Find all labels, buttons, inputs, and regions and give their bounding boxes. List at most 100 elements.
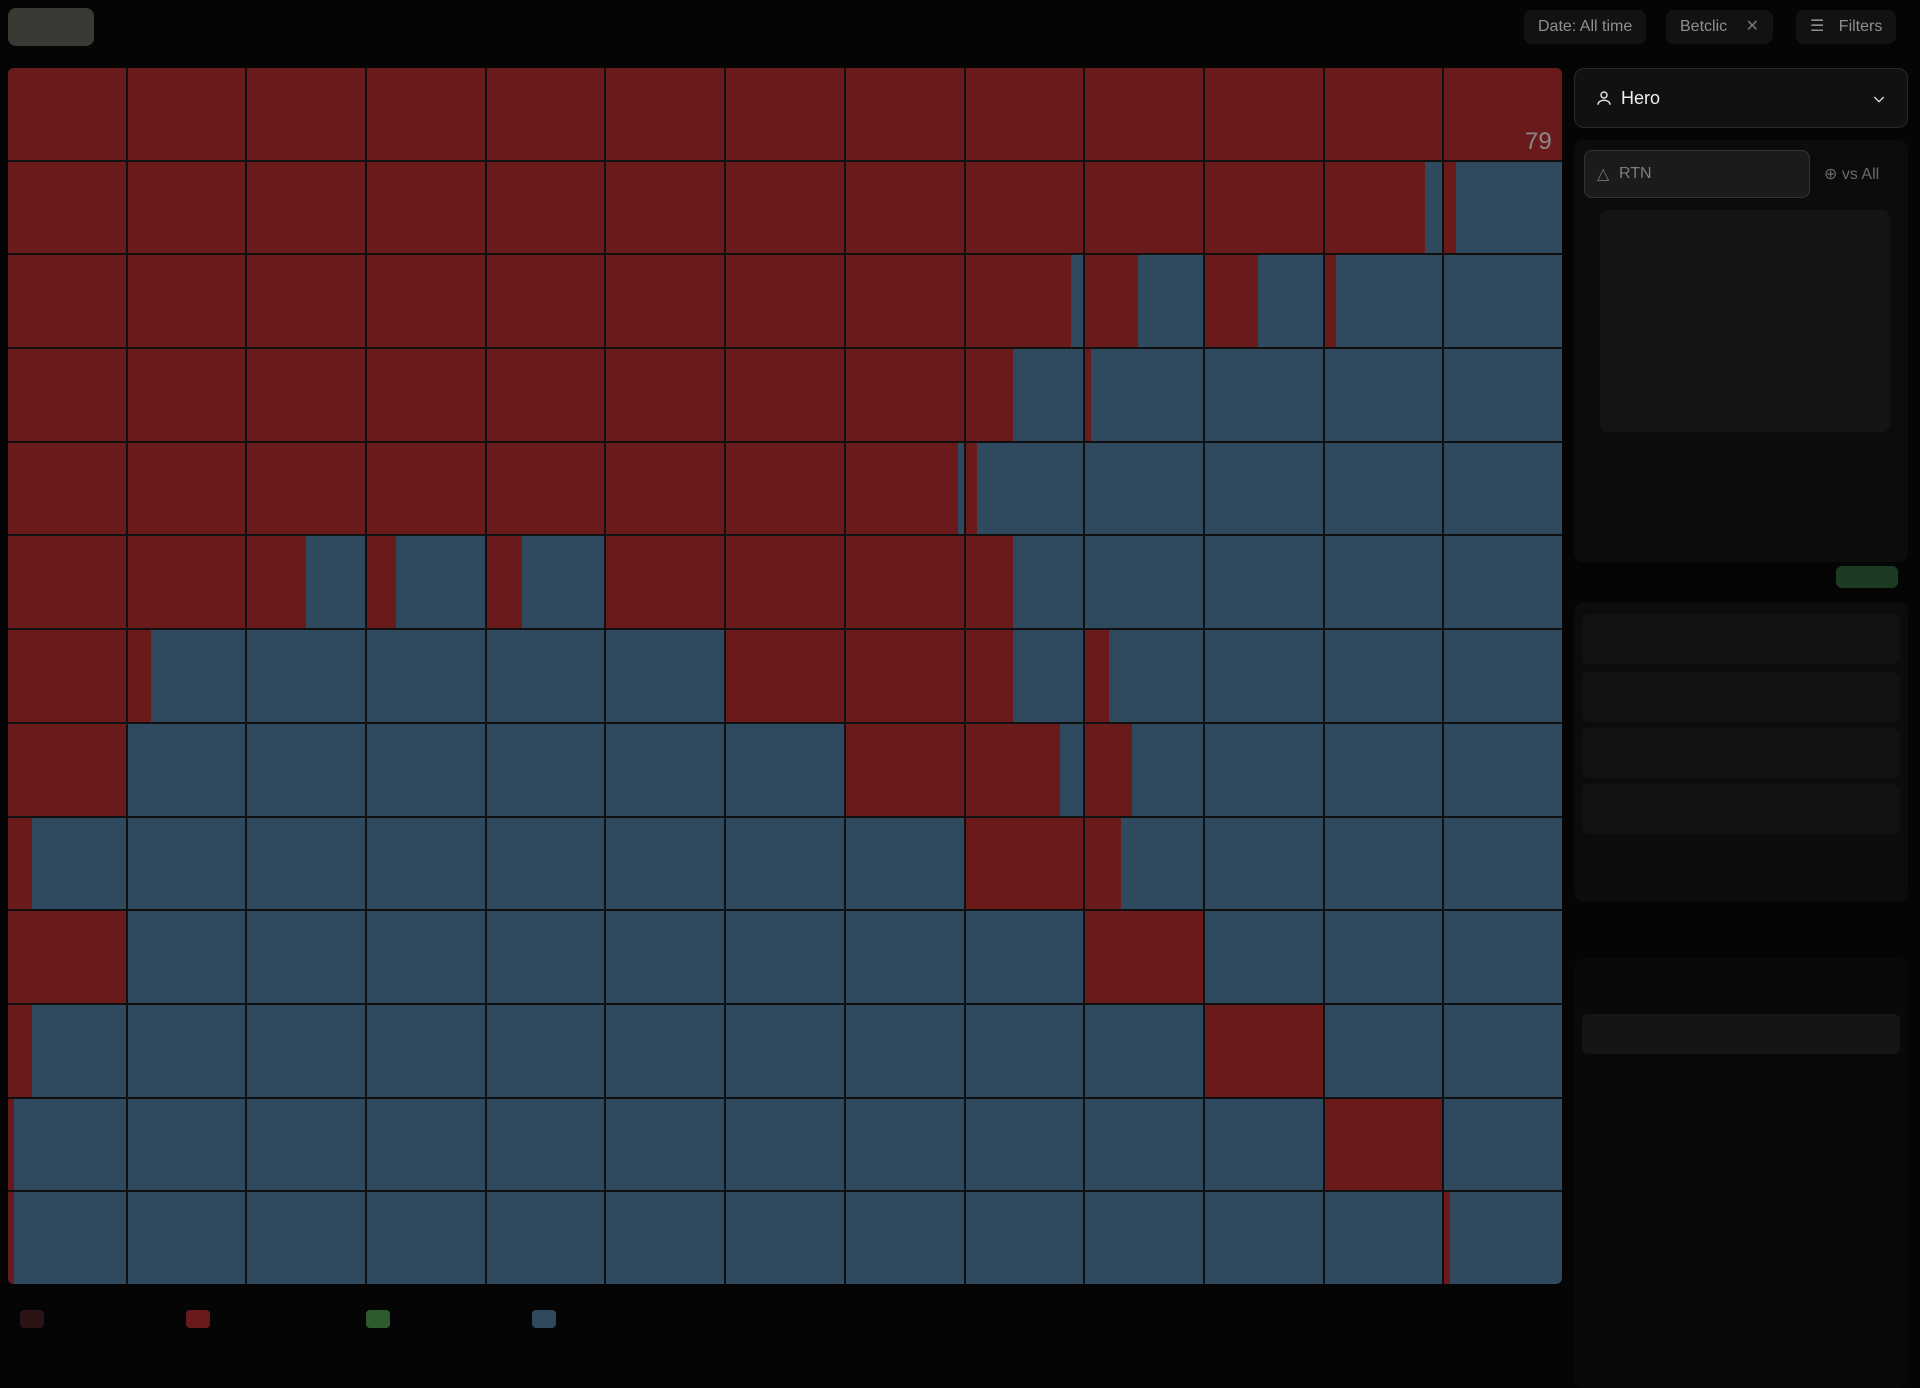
hand-cell-8-1[interactable] (127, 817, 246, 910)
hand-cell-8-9[interactable] (1085, 817, 1203, 910)
hand-cell-6-4[interactable] (486, 630, 605, 722)
hand-cell-1-6[interactable] (726, 161, 844, 254)
hand-cell-8-0[interactable] (8, 817, 126, 910)
hand-cell-5-1[interactable] (127, 536, 246, 629)
hand-cell-12-12[interactable] (1444, 1192, 1562, 1284)
option-row[interactable] (1582, 614, 1900, 664)
hand-cell-7-6[interactable] (726, 723, 844, 816)
hand-cell-6-7[interactable] (845, 630, 964, 722)
hand-cell-5-3[interactable] (367, 536, 485, 629)
player-selector[interactable]: Hero (1574, 68, 1908, 128)
hand-cell-4-8[interactable] (965, 442, 1084, 535)
hand-cell-2-4[interactable] (486, 255, 605, 348)
hand-cell-8-12[interactable] (1444, 817, 1562, 910)
hand-cell-8-2[interactable] (247, 817, 366, 910)
hand-cell-8-10[interactable] (1204, 817, 1323, 910)
hand-cell-7-5[interactable] (606, 723, 725, 816)
hand-cell-2-12[interactable] (1444, 255, 1562, 348)
hand-cell-7-4[interactable] (486, 723, 605, 816)
hand-cell-2-8[interactable] (965, 255, 1084, 348)
hand-cell-9-12[interactable] (1444, 911, 1562, 1003)
hand-cell-10-12[interactable] (1444, 1004, 1562, 1097)
hand-cell-5-2[interactable] (247, 536, 366, 629)
hand-cell-4-6[interactable] (726, 442, 844, 535)
hand-cell-9-7[interactable] (845, 911, 964, 1003)
hand-cell-7-8[interactable] (965, 723, 1084, 816)
hand-cell-12-7[interactable] (845, 1192, 964, 1284)
hand-cell-6-6[interactable] (726, 630, 844, 722)
hand-cell-6-11[interactable] (1324, 630, 1443, 722)
hand-cell-8-6[interactable] (726, 817, 844, 910)
hand-cell-0-10[interactable] (1204, 68, 1323, 160)
room-filter-chip[interactable]: Betclic ✕ (1666, 10, 1773, 44)
hand-cell-6-1[interactable] (127, 630, 246, 722)
hand-cell-7-3[interactable] (367, 723, 485, 816)
hand-cell-3-2[interactable] (247, 349, 366, 441)
hand-cell-1-12[interactable] (1444, 161, 1562, 254)
hand-cell-0-7[interactable] (845, 68, 964, 160)
hand-cell-5-9[interactable] (1085, 536, 1203, 629)
hand-cell-12-9[interactable] (1085, 1192, 1203, 1284)
hand-cell-10-3[interactable] (367, 1004, 485, 1097)
position-dropdown[interactable]: △ RTN (1584, 150, 1810, 198)
hand-cell-9-11[interactable] (1324, 911, 1443, 1003)
hand-cell-2-0[interactable] (8, 255, 126, 348)
hand-cell-5-0[interactable] (8, 536, 126, 629)
hand-cell-6-12[interactable] (1444, 630, 1562, 722)
option-row[interactable] (1582, 784, 1900, 834)
hand-cell-4-9[interactable] (1085, 442, 1203, 535)
hand-cell-10-0[interactable] (8, 1004, 126, 1097)
hand-cell-1-3[interactable] (367, 161, 485, 254)
hand-cell-5-5[interactable] (606, 536, 725, 629)
hand-cell-11-3[interactable] (367, 1098, 485, 1191)
hand-cell-12-2[interactable] (247, 1192, 366, 1284)
tab-4[interactable] (318, 8, 414, 46)
list-selected-row[interactable] (1582, 1014, 1900, 1054)
hand-cell-1-1[interactable] (127, 161, 246, 254)
hand-cell-2-9[interactable] (1085, 255, 1203, 348)
hand-cell-5-12[interactable] (1444, 536, 1562, 629)
hand-cell-1-0[interactable] (8, 161, 126, 254)
hand-cell-3-6[interactable] (726, 349, 844, 441)
hand-cell-9-6[interactable] (726, 911, 844, 1003)
hand-cell-3-9[interactable] (1085, 349, 1203, 441)
hand-cell-1-5[interactable] (606, 161, 725, 254)
hand-cell-2-3[interactable] (367, 255, 485, 348)
hand-cell-10-5[interactable] (606, 1004, 725, 1097)
hand-cell-5-11[interactable] (1324, 536, 1443, 629)
hand-cell-4-10[interactable] (1204, 442, 1323, 535)
hand-cell-11-6[interactable] (726, 1098, 844, 1191)
hand-cell-8-11[interactable] (1324, 817, 1443, 910)
hand-cell-4-1[interactable] (127, 442, 246, 535)
hand-cell-8-3[interactable] (367, 817, 485, 910)
hand-cell-8-5[interactable] (606, 817, 725, 910)
hand-cell-10-6[interactable] (726, 1004, 844, 1097)
hand-cell-0-3[interactable] (367, 68, 485, 160)
hand-cell-12-11[interactable] (1324, 1192, 1443, 1284)
hand-cell-12-0[interactable] (8, 1192, 126, 1284)
hand-cell-7-0[interactable] (8, 723, 126, 816)
hand-cell-1-11[interactable] (1324, 161, 1443, 254)
tab-5[interactable] (430, 8, 470, 46)
option-row[interactable] (1582, 672, 1900, 722)
hand-cell-11-0[interactable] (8, 1098, 126, 1191)
hand-cell-12-10[interactable] (1204, 1192, 1323, 1284)
hand-cell-2-7[interactable] (845, 255, 964, 348)
hand-cell-10-2[interactable] (247, 1004, 366, 1097)
hand-cell-7-9[interactable] (1085, 723, 1203, 816)
tab-3[interactable] (210, 8, 306, 46)
hand-cell-1-9[interactable] (1085, 161, 1203, 254)
hand-cell-3-11[interactable] (1324, 349, 1443, 441)
hand-cell-7-12[interactable] (1444, 723, 1562, 816)
hand-cell-2-1[interactable] (127, 255, 246, 348)
hand-cell-3-10[interactable] (1204, 349, 1323, 441)
hand-cell-6-9[interactable] (1085, 630, 1203, 722)
hand-cell-3-3[interactable] (367, 349, 485, 441)
hand-cell-12-4[interactable] (486, 1192, 605, 1284)
hand-cell-6-3[interactable] (367, 630, 485, 722)
hand-cell-4-0[interactable] (8, 442, 126, 535)
hand-cell-0-9[interactable] (1085, 68, 1203, 160)
hand-cell-9-0[interactable] (8, 911, 126, 1003)
hand-cell-4-11[interactable] (1324, 442, 1443, 535)
hand-cell-3-12[interactable] (1444, 349, 1562, 441)
